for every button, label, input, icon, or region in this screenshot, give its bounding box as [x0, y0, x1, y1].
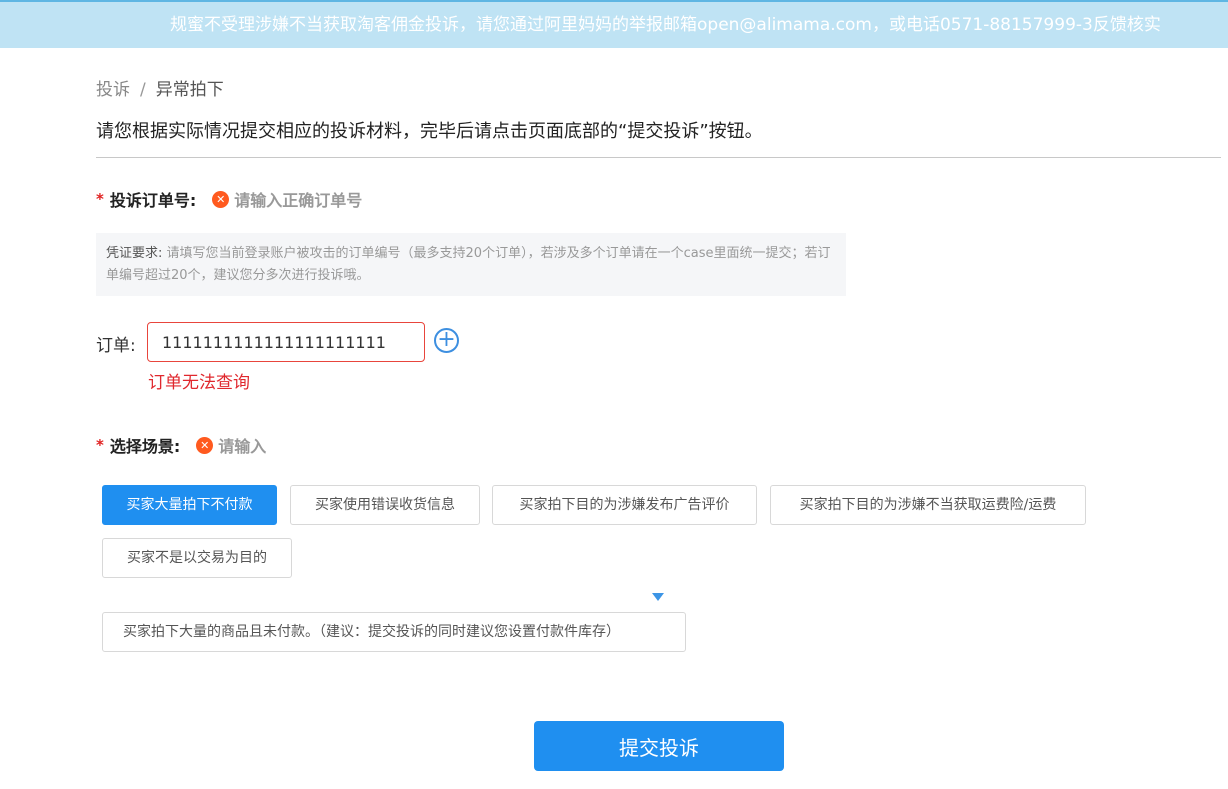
breadcrumb-separator: / — [140, 80, 146, 100]
required-mark: * — [96, 190, 104, 208]
scene-option-5[interactable]: 买家不是以交易为目的 — [102, 538, 292, 578]
plus-circle-icon[interactable]: + — [434, 328, 459, 353]
submit-complaint-button[interactable]: 提交投诉 — [534, 721, 784, 771]
scene-option-2[interactable]: 买家使用错误收货信息 — [290, 485, 480, 525]
scene-option-1[interactable]: 买家大量拍下不付款 — [102, 485, 277, 525]
close-icon: ✕ — [196, 436, 214, 454]
requirement-text: 请填写您当前登录账户被攻击的订单编号（最多支持20个订单），若涉及多个订单请在一… — [106, 246, 831, 283]
breadcrumb-item-complaint[interactable]: 投诉 — [96, 80, 130, 100]
top-notice-banner: 规蜜不受理涉嫌不当获取淘客佣金投诉，请您通过阿里妈妈的举报邮箱open@alim… — [0, 0, 1228, 48]
order-section-title: * 投诉订单号: ✕ 请输入正确订单号 — [96, 187, 362, 211]
order-field-error: 订单无法查询 — [148, 373, 250, 393]
order-number-input[interactable] — [147, 322, 425, 362]
order-title-label: 投诉订单号: — [109, 191, 197, 210]
scene-option-3[interactable]: 买家拍下目的为涉嫌发布广告评价 — [492, 485, 757, 525]
required-mark: * — [96, 436, 104, 454]
requirement-box: 凭证要求: 请填写您当前登录账户被攻击的订单编号（最多支持20个订单），若涉及多… — [96, 233, 846, 296]
close-icon: ✕ — [212, 190, 230, 208]
scene-hint-box: 买家拍下大量的商品且未付款。（建议：提交投诉的同时建议您设置付款件库存） — [102, 612, 686, 652]
page-instruction: 请您根据实际情况提交相应的投诉材料，完毕后请点击页面底部的“提交投诉”按钮。 — [96, 121, 763, 142]
order-field-label: 订单: — [96, 336, 136, 356]
scene-option-4[interactable]: 买家拍下目的为涉嫌不当获取运费险/运费 — [770, 485, 1086, 525]
breadcrumb-item-current: 异常拍下 — [155, 80, 224, 100]
breadcrumb: 投诉 / 异常拍下 — [96, 75, 224, 100]
caret-down-icon — [652, 593, 664, 601]
requirement-label: 凭证要求: — [106, 246, 163, 261]
notice-text: 规蜜不受理涉嫌不当获取淘客佣金投诉，请您通过阿里妈妈的举报邮箱open@alim… — [170, 15, 1161, 35]
scene-error-text: 请输入 — [218, 437, 267, 456]
order-error-text: 请输入正确订单号 — [234, 191, 363, 210]
scene-title-label: 选择场景: — [109, 437, 181, 456]
scene-section-title: * 选择场景: ✕ 请输入 — [96, 433, 266, 457]
header-divider — [96, 157, 1221, 158]
